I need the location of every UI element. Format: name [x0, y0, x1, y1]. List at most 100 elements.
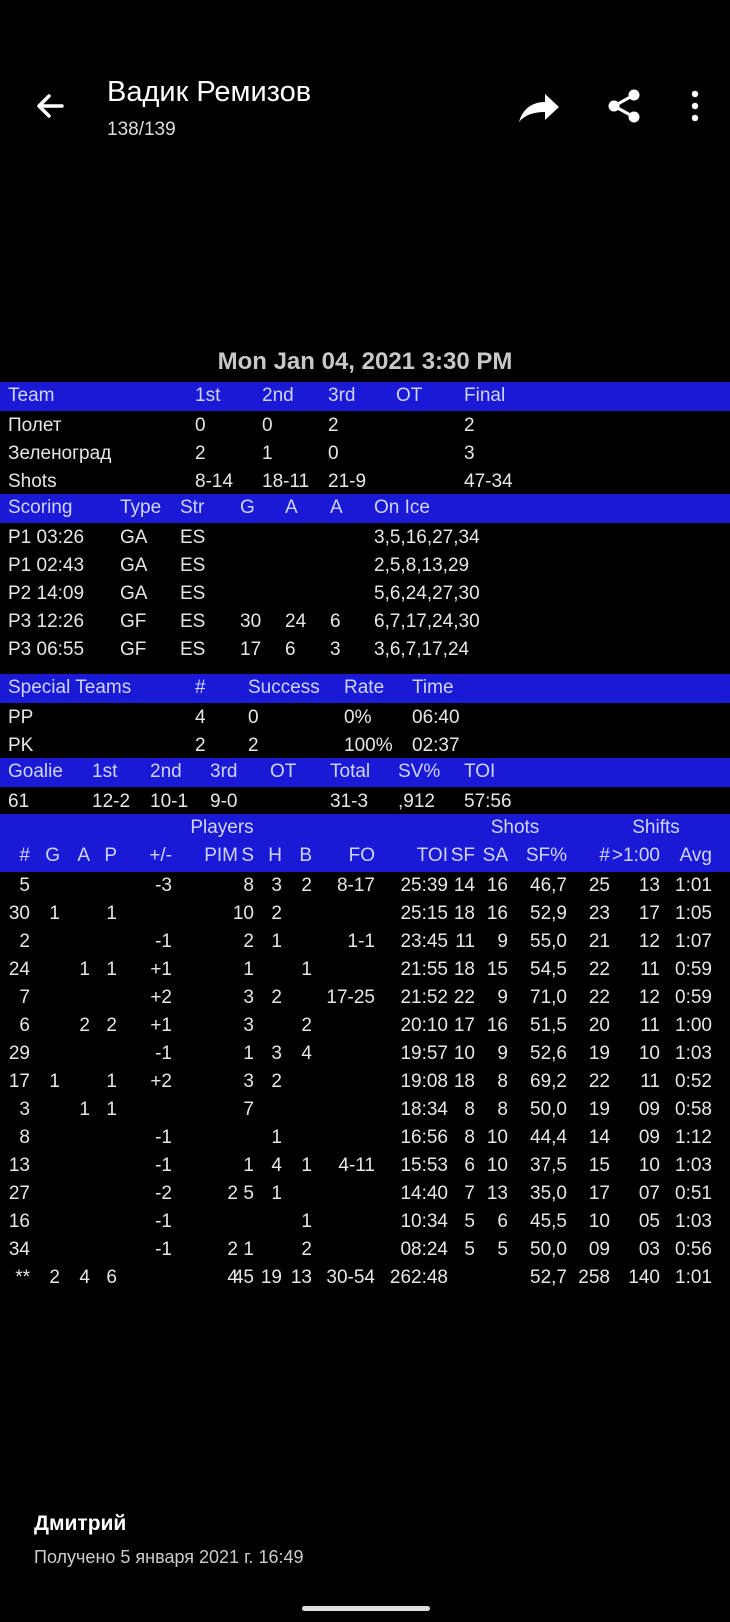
special-teams-header-cell: # — [195, 677, 206, 698]
player-cell: 09 — [638, 1099, 660, 1120]
player-cell: 262:48 — [389, 1267, 448, 1288]
player-cell: 17 — [638, 903, 660, 924]
player-cell: 5 — [464, 1239, 475, 1260]
player-cell: 30-54 — [326, 1267, 375, 1288]
player-cell: 1 — [243, 1155, 254, 1176]
special-teams-header-cell: Time — [412, 677, 454, 698]
player-cell: 3 — [271, 1043, 282, 1064]
home-indicator[interactable] — [302, 1606, 430, 1611]
scoring-header-cell: A — [285, 497, 298, 518]
player-cell: 22 — [453, 987, 475, 1008]
player-cell: 50,0 — [530, 1239, 567, 1260]
player-cell: 1 — [243, 1239, 254, 1260]
player-cell: 10 — [453, 1043, 475, 1064]
player-cell: 19 — [260, 1267, 282, 1288]
scoring-header-cell: A — [330, 497, 343, 518]
goalie-header-cell: Total — [330, 761, 371, 782]
scoring-cell: 3,6,7,17,24 — [374, 639, 470, 660]
scoring-cell: GA — [120, 583, 148, 604]
player-cell: 18 — [453, 903, 475, 924]
back-arrow-icon[interactable] — [30, 86, 70, 126]
player-cell: 51,5 — [530, 1015, 567, 1036]
players-header-cell: >1:00 — [611, 845, 660, 866]
player-cell: 21:55 — [400, 959, 448, 980]
players-header-cell: B — [299, 845, 312, 866]
player-cell: 7 — [243, 1099, 254, 1120]
more-vert-icon[interactable] — [680, 86, 710, 126]
goalie-header-row: Goalie 1st 2nd 3rd OT Total SV% TOI — [0, 758, 730, 787]
player-cell: 1 — [301, 1211, 312, 1232]
player-cell: 1 — [106, 1071, 117, 1092]
player-cell: 0:59 — [675, 987, 712, 1008]
player-cell: 10 — [588, 1211, 610, 1232]
player-cell: 1:12 — [675, 1127, 712, 1148]
player-cell: 17 — [453, 1015, 475, 1036]
team-cell: Зеленоград — [8, 443, 112, 464]
goalie-cell: 12-2 — [92, 791, 131, 812]
player-cell: 20:10 — [400, 1015, 448, 1036]
special-teams-header-cell: Rate — [344, 677, 385, 698]
player-cell: 8 — [497, 1099, 508, 1120]
forward-arrow-icon[interactable] — [515, 88, 561, 128]
share-icon[interactable] — [604, 86, 644, 126]
player-cell: 5 — [464, 1211, 475, 1232]
player-cell: 18 — [453, 1071, 475, 1092]
player-cell: 15 — [588, 1155, 610, 1176]
special-teams-cell: 4 — [195, 707, 206, 728]
player-cell: 5 — [497, 1239, 508, 1260]
players-group-header-cell: Shifts — [632, 817, 680, 838]
players-header-cell: P — [104, 845, 117, 866]
player-cell: 37,5 — [530, 1155, 567, 1176]
player-cell: 13 — [486, 1183, 508, 1204]
player-cell: 46,7 — [530, 875, 567, 896]
player-cell: 19 — [588, 1043, 610, 1064]
scoring-cell: 30 — [240, 611, 262, 632]
scoring-cell: P3 12:26 — [8, 611, 85, 632]
players-header-cell: G — [45, 845, 60, 866]
player-cell: 17-25 — [326, 987, 375, 1008]
player-cell: 1 — [301, 959, 312, 980]
player-cell: 50,0 — [530, 1099, 567, 1120]
team-cell: 0 — [328, 443, 339, 464]
player-cell: 45,5 — [530, 1211, 567, 1232]
goalie-cell: 61 — [8, 791, 30, 812]
special-teams-cell: PK — [8, 735, 34, 756]
player-cell: 0:59 — [675, 959, 712, 980]
player-cell: 4 — [79, 1267, 90, 1288]
player-cell: 8-17 — [336, 875, 375, 896]
team-header-cell: 2nd — [262, 385, 294, 406]
player-cell: 20 — [588, 1015, 610, 1036]
player-cell: 10 — [232, 903, 254, 924]
scoring-cell: ES — [180, 639, 206, 660]
player-cell: 10 — [486, 1155, 508, 1176]
player-cell: 13 — [638, 875, 660, 896]
players-header-cell: # — [19, 845, 30, 866]
player-cell: 25:15 — [400, 903, 448, 924]
player-cell: 16 — [486, 875, 508, 896]
scoring-cell: 6,7,17,24,30 — [374, 611, 480, 632]
players-header-cell: # — [599, 845, 610, 866]
player-cell: 11 — [640, 959, 660, 980]
team-cell: 2 — [464, 415, 475, 436]
player-cell: -1 — [155, 1239, 172, 1260]
scoring-cell: GA — [120, 527, 148, 548]
player-cell: 17 — [588, 1183, 610, 1204]
player-cell: 14 — [588, 1127, 610, 1148]
app-bar: Вадик Ремизов 138/139 — [0, 0, 730, 200]
scoring-header-cell: G — [240, 497, 255, 518]
players-header-cell: SF — [450, 845, 475, 866]
team-cell: 47-34 — [464, 471, 513, 492]
player-cell: 29 — [8, 1043, 30, 1064]
player-cell: 08:24 — [400, 1239, 448, 1260]
scoring-cell: GF — [120, 639, 147, 660]
received-timestamp: Получено 5 января 2021 г. 16:49 — [34, 1547, 304, 1567]
scoring-cell: P1 02:43 — [8, 555, 85, 576]
player-cell: 9 — [497, 1043, 508, 1064]
player-cell: 19:57 — [400, 1043, 448, 1064]
player-cell: 1 — [243, 959, 254, 980]
player-cell: 4 — [271, 1155, 282, 1176]
player-cell: 07 — [638, 1183, 660, 1204]
team-cell: Shots — [8, 471, 57, 492]
scoring-cell: ES — [180, 611, 206, 632]
scoring-cell: 2,5,8,13,29 — [374, 555, 470, 576]
